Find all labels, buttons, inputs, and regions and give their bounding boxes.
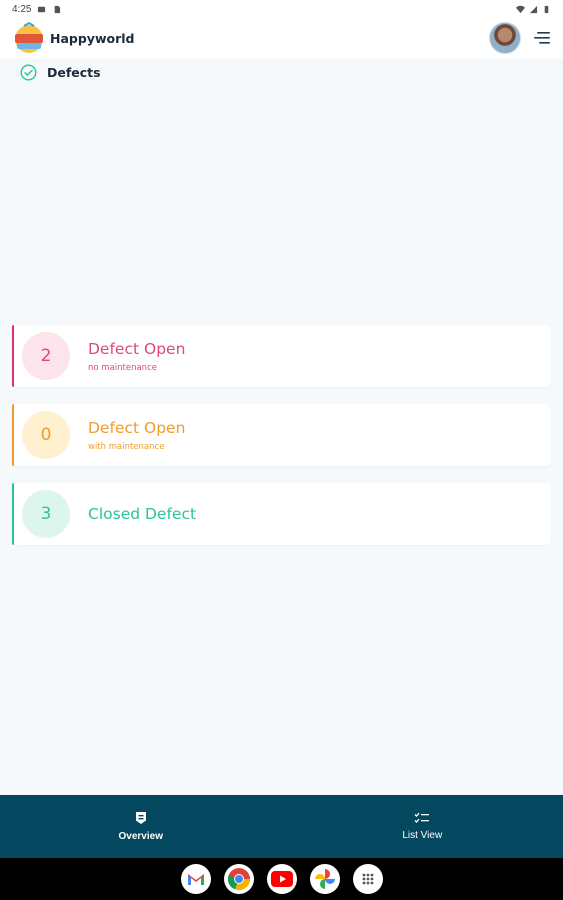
status-bar: 4:25: [0, 0, 563, 18]
happyworld-logo-icon: [15, 22, 43, 53]
defect-open-no-maintenance-card[interactable]: 2 Defect Open no maintenance: [12, 325, 551, 387]
youtube-icon[interactable]: [266, 864, 297, 894]
defect-open-with-maintenance-card[interactable]: 0 Defect Open with maintenance: [12, 404, 551, 466]
status-left: 4:25: [12, 4, 61, 15]
card-subtitle: no maintenance: [88, 362, 157, 373]
notification-icon: [38, 6, 46, 12]
card-accent-bar: [12, 483, 14, 545]
nav-label: List View: [402, 830, 443, 841]
count-badge: 3: [22, 490, 70, 538]
defect-summary-cards: 2 Defect Open no maintenance 0 Defect Op…: [12, 325, 551, 562]
bottom-navigation: Overview List View: [0, 795, 563, 858]
signal-icon: [529, 5, 538, 13]
status-right: [516, 5, 551, 14]
page-title: Defects: [47, 65, 101, 80]
card-text: Defect Open no maintenance: [88, 340, 185, 373]
nav-list-view[interactable]: List View: [282, 795, 563, 858]
card-title: Defect Open: [88, 418, 186, 437]
chrome-icon[interactable]: [223, 864, 254, 894]
checklist-icon: [414, 812, 430, 823]
card-accent-bar: [12, 404, 14, 466]
section-title: Defects: [20, 64, 101, 81]
check-circle-icon: [20, 64, 37, 81]
count-badge: 2: [22, 332, 70, 380]
closed-defect-card[interactable]: 3 Closed Defect: [12, 483, 551, 545]
count-badge: 0: [22, 411, 70, 459]
nav-overview[interactable]: Overview: [0, 795, 282, 858]
app-name: Happyworld: [50, 30, 135, 46]
sim-card-icon: [55, 5, 61, 13]
android-dock: [0, 858, 563, 900]
avatar[interactable]: [489, 22, 521, 54]
gmail-icon[interactable]: [180, 864, 211, 894]
card-title: Defect Open: [88, 339, 186, 358]
app-header: Happyworld: [0, 18, 563, 58]
wifi-icon: [516, 5, 525, 13]
app-drawer-icon[interactable]: [352, 864, 383, 894]
header-actions: [489, 22, 551, 54]
card-text: Defect Open with maintenance: [88, 419, 185, 452]
battery-icon: [544, 5, 549, 13]
photos-icon[interactable]: [309, 864, 340, 894]
card-title: Closed Defect: [88, 505, 197, 523]
hamburger-menu-icon[interactable]: [533, 31, 551, 45]
card-subtitle: with maintenance: [88, 441, 165, 452]
shield-badge-icon: [135, 812, 146, 824]
status-time: 4:25: [12, 3, 32, 15]
card-accent-bar: [12, 325, 14, 387]
card-text: Closed Defect: [88, 505, 196, 523]
nav-label: Overview: [118, 831, 163, 842]
brand[interactable]: Happyworld: [12, 22, 134, 54]
